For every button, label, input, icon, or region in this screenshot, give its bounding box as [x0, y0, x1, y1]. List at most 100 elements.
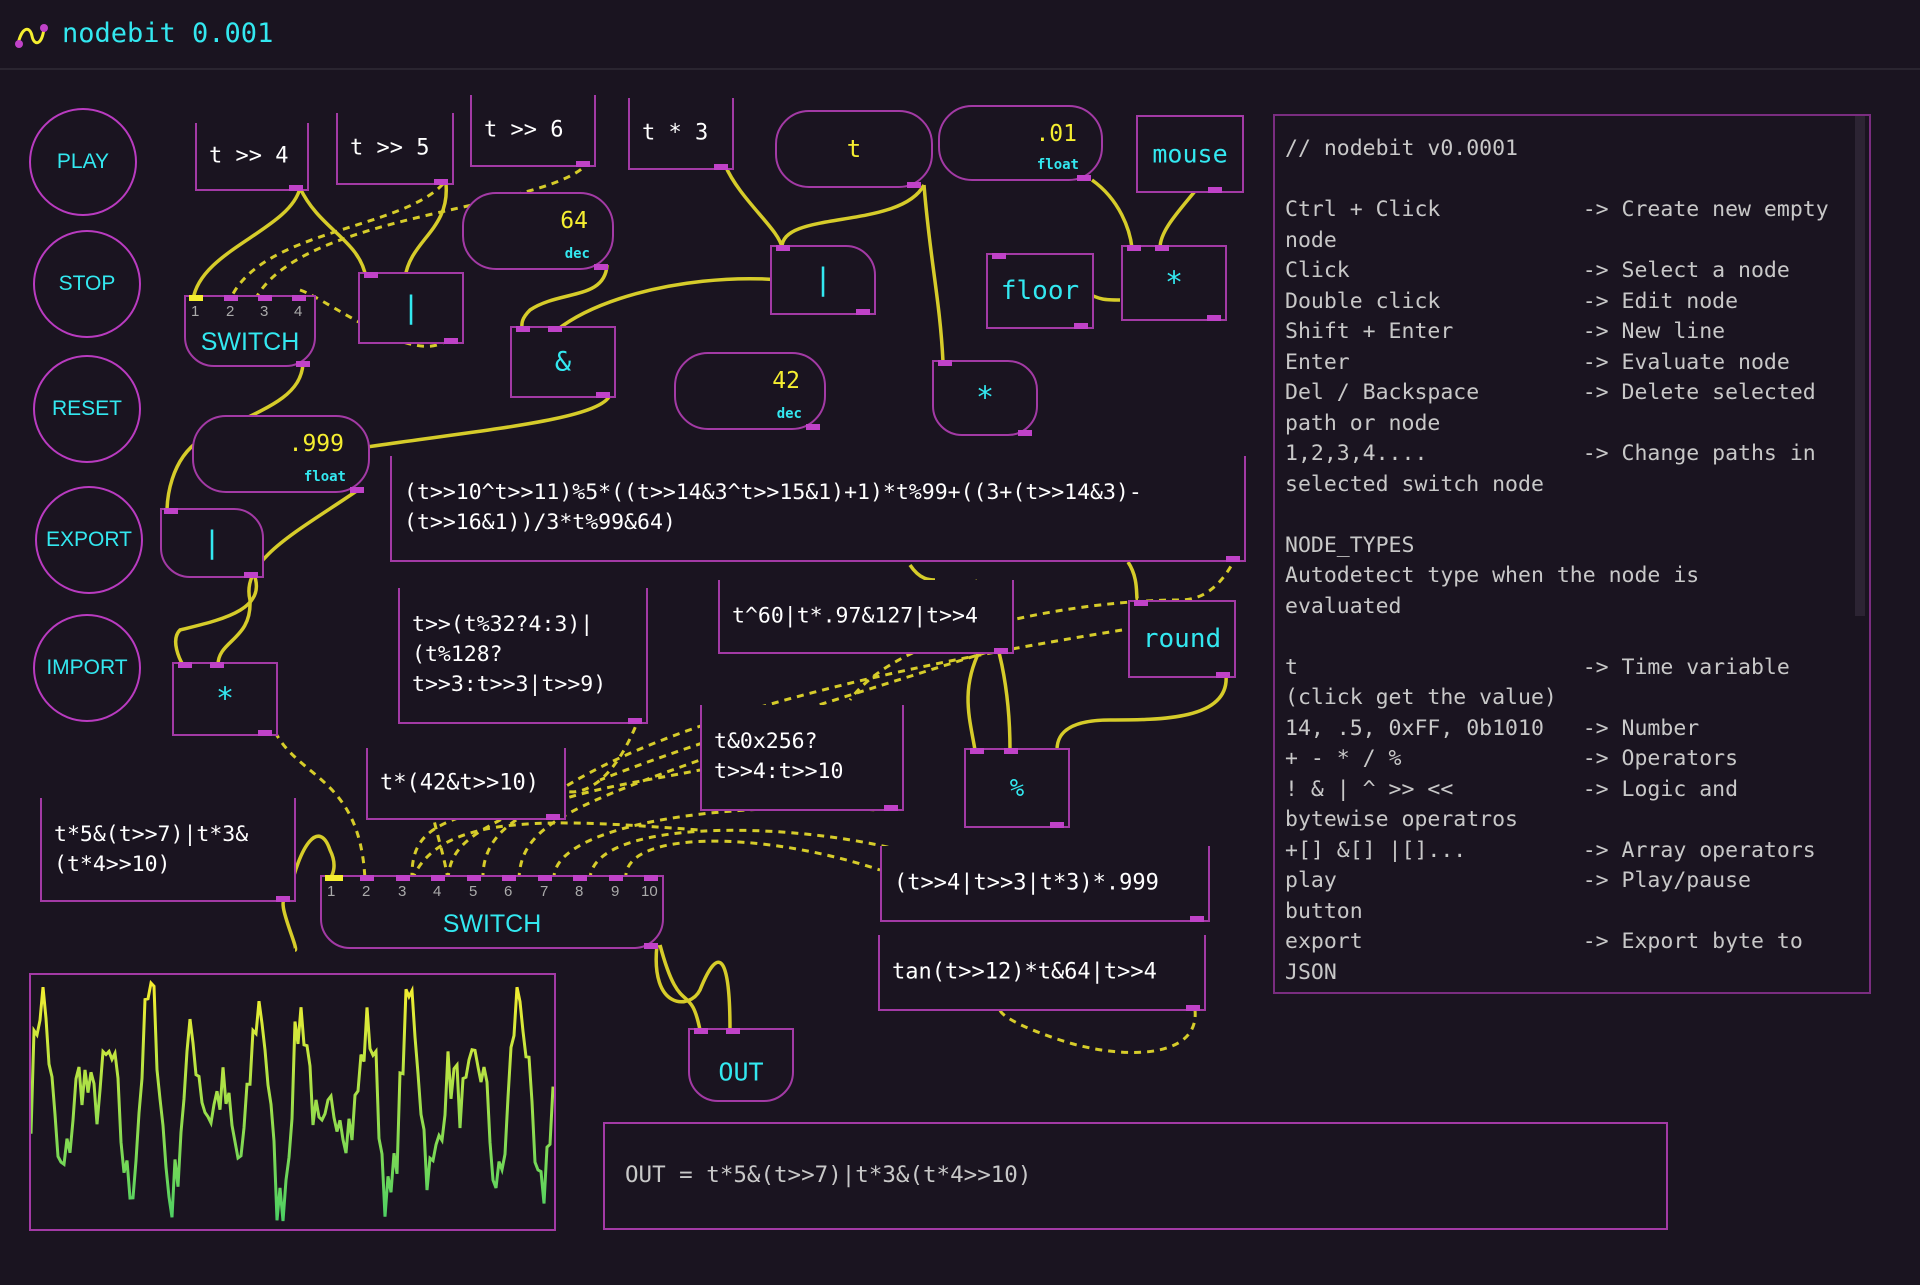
output-port[interactable]: [1186, 1005, 1200, 1011]
input-port[interactable]: [726, 1028, 740, 1034]
input-port[interactable]: [360, 875, 374, 881]
switch-input-10[interactable]: 10: [641, 883, 658, 900]
node-t-shr-6[interactable]: t >> 6: [470, 95, 596, 167]
switch-input-3[interactable]: 3: [398, 883, 406, 900]
output-port[interactable]: [444, 338, 458, 344]
output-port[interactable]: [596, 392, 610, 398]
node-or-3[interactable]: |: [160, 508, 264, 578]
output-port[interactable]: [258, 730, 272, 736]
node-mul-2[interactable]: *: [932, 360, 1038, 436]
output-port[interactable]: [994, 648, 1008, 654]
switch-input-2[interactable]: 2: [226, 303, 234, 320]
node-expr-mul42[interactable]: t*(42&t>>10): [366, 748, 566, 820]
input-port[interactable]: [1134, 600, 1148, 606]
node-expr-xor[interactable]: t^60|t*.97&127|t>>4: [718, 580, 1014, 654]
node-expr-or999[interactable]: (t>>4|t>>3|t*3)*.999: [880, 846, 1210, 922]
input-port[interactable]: [992, 253, 1006, 259]
input-port[interactable]: [694, 1028, 708, 1034]
input-port[interactable]: [396, 875, 410, 881]
switch-input-4[interactable]: 4: [294, 303, 302, 320]
input-port[interactable]: [210, 662, 224, 668]
node-t-variable[interactable]: t: [775, 110, 933, 188]
node-t-mul-3[interactable]: t * 3: [628, 98, 734, 170]
switch-input-1[interactable]: 1: [191, 303, 199, 320]
node-expr-hex[interactable]: t&0x256? t>>4:t>>10: [700, 705, 904, 811]
switch-input-3[interactable]: 3: [260, 303, 268, 320]
switch-input-8[interactable]: 8: [575, 883, 583, 900]
node-t-shr-5[interactable]: t >> 5: [336, 113, 454, 185]
input-port[interactable]: [364, 272, 378, 278]
input-port-active[interactable]: [189, 295, 203, 301]
help-panel[interactable]: // nodebit v0.0001 Ctrl + Click -> Creat…: [1273, 114, 1871, 994]
input-port-active[interactable]: [325, 875, 343, 881]
input-port[interactable]: [164, 508, 178, 514]
node-mul-1[interactable]: *: [1121, 245, 1227, 321]
output-port[interactable]: [350, 487, 364, 493]
node-switch-small[interactable]: 1 2 3 4 SWITCH: [184, 295, 316, 367]
switch-input-1[interactable]: 1: [327, 883, 335, 900]
node-switch-big[interactable]: 1 2 3 4 5 6 7 8 9 10 SWITCH: [320, 875, 664, 949]
node-t-shr-4[interactable]: t >> 4: [195, 123, 309, 191]
output-port[interactable]: [644, 943, 658, 949]
help-scrollbar[interactable]: [1855, 116, 1865, 616]
input-port[interactable]: [431, 875, 445, 881]
output-port[interactable]: [546, 814, 560, 820]
node-long-expression[interactable]: (t>>10^t>>11)%5*((t>>14&3^t>>15&1)+1)*t%…: [390, 456, 1246, 562]
node-and-1[interactable]: &: [510, 326, 616, 398]
output-port[interactable]: [1207, 315, 1221, 321]
node-round[interactable]: round: [1128, 600, 1236, 678]
output-port[interactable]: [244, 572, 258, 578]
node-mod[interactable]: %: [964, 748, 1070, 828]
output-port[interactable]: [714, 164, 728, 170]
node-dec-42[interactable]: 42 dec: [674, 352, 826, 430]
output-port[interactable]: [1190, 916, 1204, 922]
switch-input-4[interactable]: 4: [433, 883, 441, 900]
node-out[interactable]: OUT: [688, 1028, 794, 1102]
output-port[interactable]: [576, 161, 590, 167]
output-port[interactable]: [296, 361, 310, 367]
input-port[interactable]: [644, 875, 658, 881]
output-port[interactable]: [628, 718, 642, 724]
output-port[interactable]: [1216, 672, 1230, 678]
node-float-01[interactable]: .01 float: [938, 105, 1103, 181]
input-port[interactable]: [548, 326, 562, 332]
node-or-2[interactable]: |: [770, 245, 876, 315]
switch-input-5[interactable]: 5: [469, 883, 477, 900]
node-expr-ternary[interactable]: t>>(t%32?4:3)| (t%128? t>>3:t>>3|t>>9): [398, 588, 648, 724]
input-port[interactable]: [224, 295, 238, 301]
output-port[interactable]: [1074, 323, 1088, 329]
input-port[interactable]: [467, 875, 481, 881]
input-port[interactable]: [776, 245, 790, 251]
output-port[interactable]: [276, 896, 290, 902]
switch-input-6[interactable]: 6: [504, 883, 512, 900]
input-port[interactable]: [538, 875, 552, 881]
input-port[interactable]: [1004, 748, 1018, 754]
output-port[interactable]: [884, 805, 898, 811]
output-port[interactable]: [289, 185, 303, 191]
node-expr-t5[interactable]: t*5&(t>>7)|t*3& (t*4>>10): [40, 798, 296, 902]
output-port[interactable]: [1018, 430, 1032, 436]
input-port[interactable]: [178, 662, 192, 668]
node-expr-tan[interactable]: tan(t>>12)*t&64|t>>4: [878, 935, 1206, 1011]
output-port[interactable]: [806, 424, 820, 430]
output-port[interactable]: [856, 309, 870, 315]
input-port[interactable]: [502, 875, 516, 881]
input-port[interactable]: [938, 360, 952, 366]
switch-input-2[interactable]: 2: [362, 883, 370, 900]
switch-input-9[interactable]: 9: [611, 883, 619, 900]
output-port[interactable]: [1050, 822, 1064, 828]
input-port[interactable]: [609, 875, 623, 881]
node-or-1[interactable]: |: [358, 272, 464, 344]
node-mul-3[interactable]: *: [172, 662, 278, 736]
input-port[interactable]: [1155, 245, 1169, 251]
output-port[interactable]: [1226, 556, 1240, 562]
node-mouse[interactable]: mouse: [1136, 115, 1244, 193]
input-port[interactable]: [573, 875, 587, 881]
output-port[interactable]: [594, 264, 608, 270]
node-floor[interactable]: floor: [986, 253, 1094, 329]
input-port[interactable]: [1127, 245, 1141, 251]
output-port[interactable]: [434, 179, 448, 185]
switch-input-7[interactable]: 7: [540, 883, 548, 900]
input-port[interactable]: [292, 295, 306, 301]
node-dec-64[interactable]: 64 dec: [462, 192, 614, 270]
